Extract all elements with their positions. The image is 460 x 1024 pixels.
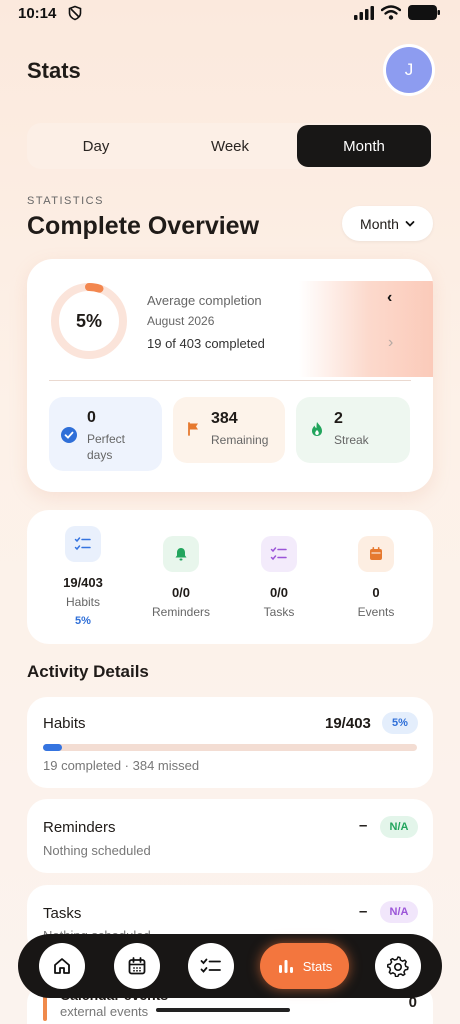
bottom-nav: Stats [18,934,442,998]
activity-reminders-value: – [359,817,368,834]
count-tasks[interactable]: 0/0 Tasks [229,510,329,644]
habits-progress-track [43,744,417,751]
calendar-icon [128,957,146,975]
checklist-icon [200,958,221,973]
divider [49,380,411,381]
chevron-left-icon[interactable]: ‹ [387,289,392,307]
reminders-count: 0/0 [171,585,191,600]
events-count-label: Events [357,605,395,619]
check-circle-icon [61,427,77,443]
habits-count-label: Habits [65,595,100,609]
bar-chart-icon [278,960,293,973]
streak-label: Streak [334,433,369,447]
activity-tasks-pill: N/A [380,901,418,923]
activity-tasks-value: – [359,903,368,920]
perfect-days-label-1: Perfect [87,432,126,446]
activity-habits-sub: 19 completed · 384 missed [43,758,200,773]
flag-icon [188,422,198,436]
tab-day[interactable]: Day [29,125,163,167]
chevron-right-icon[interactable]: › [388,334,393,352]
do-not-disturb-icon [68,5,82,21]
flame-icon [312,422,322,436]
tab-week[interactable]: Week [163,125,297,167]
activity-reminders-sub: Nothing scheduled [43,843,151,858]
period-tabs: Day Week Month [27,123,433,169]
signal-icon [354,5,374,20]
bell-icon [163,536,199,572]
remaining-value: 384 [211,410,238,427]
hero-glow [299,281,433,377]
reminders-count-label: Reminders [151,605,211,619]
tasks-count: 0/0 [269,585,289,600]
page-title: Stats [27,58,81,83]
home-indicator [156,1008,290,1012]
count-events[interactable]: 0 Events [326,510,426,644]
streak-tile: 2 Streak [296,397,410,463]
home-icon [54,958,70,974]
chevron-down-icon [405,220,415,227]
activity-reminders-name: Reminders [43,819,116,836]
completion-percent: 5% [75,310,102,331]
overview-title: Complete Overview [27,212,260,240]
count-habits[interactable]: 19/403 Habits 5% [33,510,133,644]
perfect-days-label-2: days [87,448,113,462]
section-kicker: STATISTICS [27,195,104,207]
calendar-icon [358,536,394,572]
status-time: 10:14 [18,5,57,22]
activity-calendar-sub: external events [60,1004,149,1019]
wifi-icon [381,5,401,20]
period-dropdown[interactable]: Month [342,206,433,241]
activity-tasks-name: Tasks [43,905,82,922]
tasks-count-label: Tasks [263,605,295,619]
tasks-icon [261,536,297,572]
habits-count: 19/403 [63,575,103,590]
activity-habits-pill: 5% [382,712,418,734]
nav-home[interactable] [39,943,85,989]
battery-icon [408,5,440,20]
activity-habits-card[interactable]: Habits 19/403 5% 19 completed · 384 miss… [27,697,433,788]
category-counts-card: 19/403 Habits 5% 0/0 Reminders 0/0 Tasks [27,510,433,644]
gear-icon [387,956,409,977]
activity-reminders-card[interactable]: Reminders – N/A Nothing scheduled [27,799,433,873]
overview-card: 5% Average completion August 2026 19 of … [27,259,433,492]
nav-tasks[interactable] [188,943,234,989]
habits-progress-fill [43,744,62,751]
activity-habits-value: 19/403 [325,715,371,732]
perfect-days-tile: 0 Perfect days [49,397,162,471]
completed-count: 19 of 403 completed [147,336,265,351]
perfect-days-value: 0 [87,409,96,426]
period-dropdown-label: Month [360,215,399,232]
nav-calendar[interactable] [114,943,160,989]
status-bar: 10:14 [0,0,460,28]
tab-month[interactable]: Month [297,125,431,167]
habits-icon [65,526,101,562]
count-reminders[interactable]: 0/0 Reminders [131,510,231,644]
remaining-tile: 384 Remaining [173,397,285,463]
nav-stats-label: Stats [302,958,333,974]
nav-settings[interactable] [375,943,421,989]
nav-stats[interactable]: Stats [260,943,349,989]
events-count: 0 [372,585,380,600]
streak-value: 2 [334,410,343,427]
activity-title: Activity Details [27,662,149,681]
remaining-label: Remaining [211,433,269,447]
avatar[interactable]: J [386,47,432,93]
activity-habits-name: Habits [43,715,86,732]
avg-completion-label: Average completion [147,293,262,308]
activity-reminders-pill: N/A [380,816,418,838]
overview-date: August 2026 [147,314,215,328]
habits-count-percent: 5% [75,615,91,627]
